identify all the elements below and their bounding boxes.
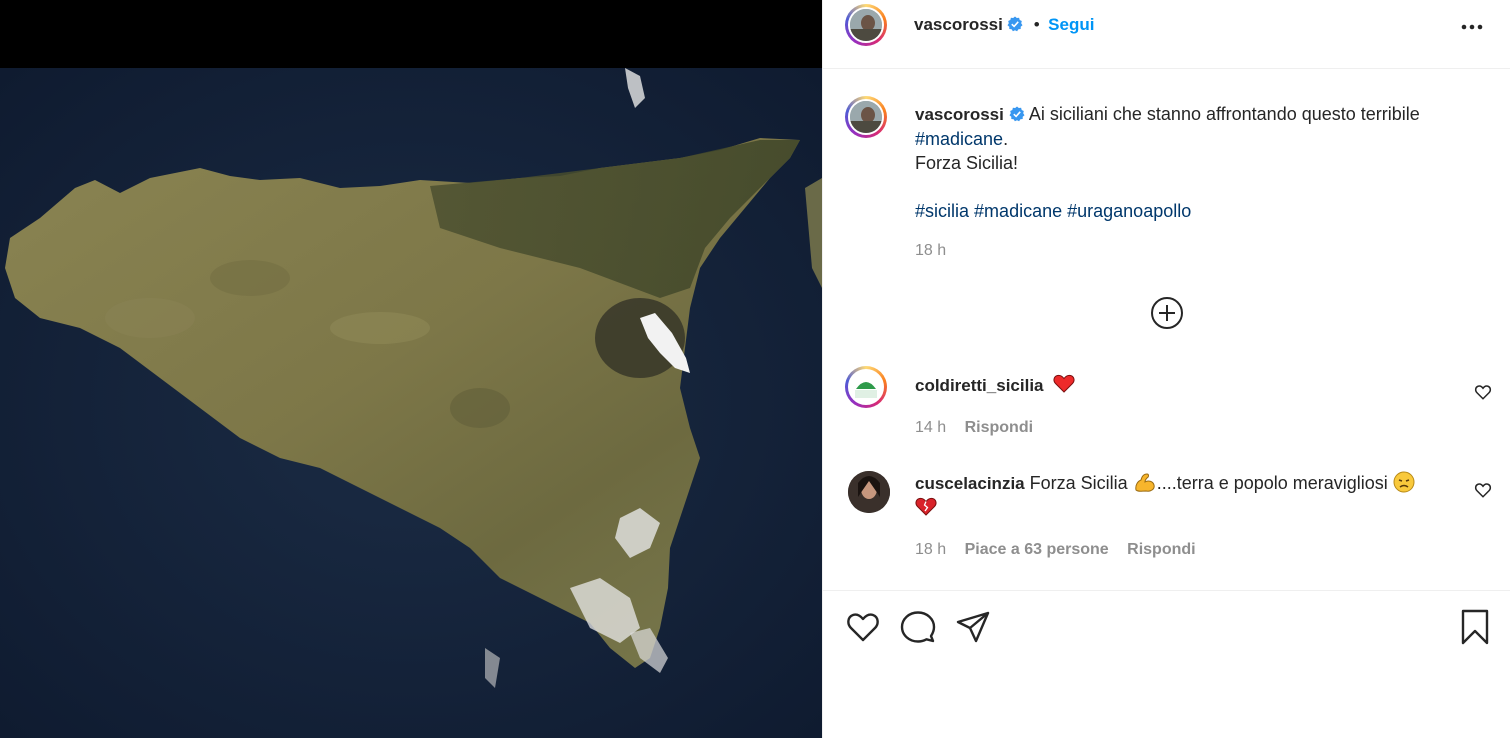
coldiretti-logo (850, 371, 882, 403)
broken-heart-emoji-icon (915, 497, 937, 516)
caption-text: Ai siciliani che stanno affrontando ques… (1028, 104, 1420, 124)
author-photo (850, 101, 882, 133)
reply-button[interactable]: Rispondi (965, 419, 1033, 436)
post-image[interactable] (0, 0, 822, 738)
comment: cuscelacinzia Forza Sicilia ....terra e … (915, 471, 1475, 520)
verified-badge-icon (1009, 106, 1025, 122)
comment-icon[interactable] (900, 609, 936, 645)
post-action-bar (823, 590, 1510, 739)
caption-line-2: Forza Sicilia! (915, 153, 1019, 173)
comment: coldiretti_sicilia (915, 373, 1475, 398)
comment-meta: 14 h Rispondi (915, 419, 1047, 437)
author-avatar[interactable] (845, 4, 887, 46)
caption-timestamp: 18 h (915, 242, 947, 259)
reply-button[interactable]: Rispondi (1127, 541, 1195, 558)
red-heart-emoji-icon (1052, 374, 1075, 393)
plus-circle-icon[interactable] (1150, 296, 1184, 330)
caption-period: . (1003, 129, 1009, 149)
share-icon[interactable] (955, 609, 991, 645)
comment-avatar[interactable] (845, 366, 887, 408)
heart-icon[interactable] (845, 609, 881, 645)
comment-meta: 18 h Piace a 63 persone Rispondi (915, 541, 1210, 559)
comment-like-heart-icon[interactable] (1474, 383, 1492, 401)
separator-dot: • (1033, 15, 1040, 34)
comment-author[interactable]: coldiretti_sicilia (915, 376, 1044, 395)
hashtag-link[interactable]: #madicane (974, 201, 1062, 221)
comment-like-heart-icon[interactable] (1474, 481, 1492, 499)
comment-text: ....terra e popolo meravigliosi (1156, 473, 1388, 493)
author-photo (850, 9, 882, 41)
author-username[interactable]: vascorossi (914, 15, 1003, 34)
user-photo (848, 471, 890, 513)
comment-likes-link[interactable]: Piace a 63 persone (965, 541, 1109, 558)
more-options-icon[interactable] (1461, 24, 1483, 30)
sad-face-emoji-icon (1393, 471, 1415, 493)
follow-button[interactable]: Segui (1048, 15, 1094, 34)
post-header: vascorossi • Segui (823, 0, 1510, 69)
verified-badge-icon (1007, 16, 1023, 32)
caption-author-avatar[interactable] (845, 96, 887, 138)
hashtag-link[interactable]: #sicilia (915, 201, 969, 221)
bookmark-icon[interactable] (1457, 609, 1493, 645)
post-caption: vascorossi Ai siciliani che stanno affro… (915, 102, 1485, 263)
flexed-biceps-emoji-icon (1134, 473, 1155, 492)
sicily-satellite-image (0, 68, 822, 738)
comment-author[interactable]: cuscelacinzia (915, 474, 1025, 493)
hashtag-link[interactable]: #madicane (915, 129, 1003, 149)
caption-author-username[interactable]: vascorossi (915, 105, 1004, 124)
post-details-panel: vascorossi • Segui vascorossi Ai sicilia… (822, 0, 1510, 738)
hashtag-link[interactable]: #uraganoapollo (1067, 201, 1191, 221)
comment-avatar[interactable] (845, 468, 890, 513)
comment-text: Forza Sicilia (1029, 473, 1128, 493)
comment-timestamp: 18 h (915, 541, 947, 558)
comment-timestamp: 14 h (915, 419, 947, 436)
